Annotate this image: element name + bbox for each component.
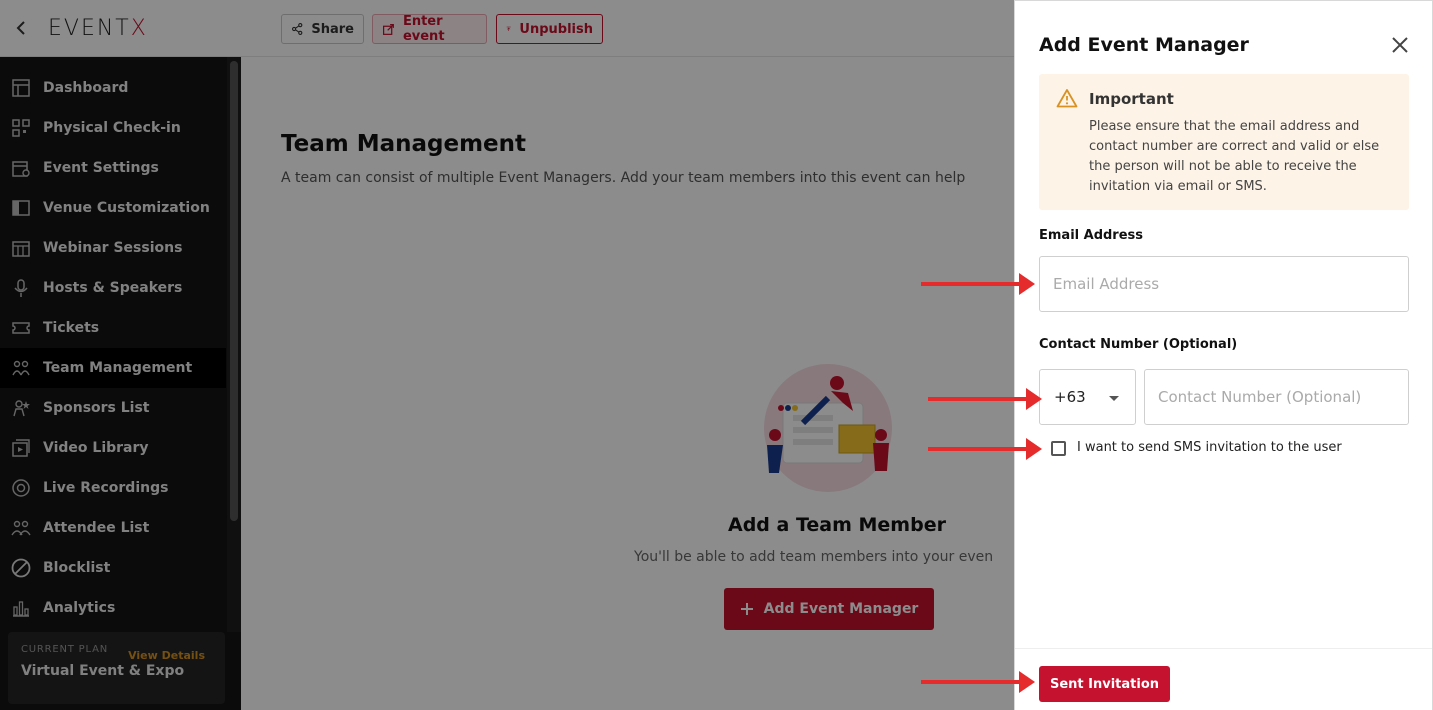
- annotation-arrow-checkbox: [928, 438, 1042, 460]
- warning-icon: [1056, 89, 1078, 108]
- annotation-arrow-send: [921, 671, 1035, 693]
- country-code-value: +63: [1054, 388, 1086, 406]
- sms-invitation-checkbox[interactable]: [1051, 441, 1066, 456]
- alert-title: Important: [1089, 90, 1174, 108]
- sms-invitation-label[interactable]: I want to send SMS invitation to the use…: [1077, 440, 1342, 455]
- contact-number-field[interactable]: [1144, 369, 1409, 425]
- country-code-select[interactable]: +63: [1039, 369, 1136, 425]
- chevron-down-icon: [1109, 396, 1119, 401]
- annotation-arrow-email: [921, 273, 1035, 295]
- contact-number-label: Contact Number (Optional): [1039, 337, 1238, 352]
- drawer-footer: Sent Invitation: [1015, 648, 1432, 710]
- email-field[interactable]: [1039, 256, 1409, 312]
- important-alert: Important Please ensure that the email a…: [1039, 74, 1409, 210]
- close-icon[interactable]: [1391, 36, 1409, 54]
- annotation-arrow-contact: [928, 388, 1042, 410]
- modal-backdrop[interactable]: [0, 0, 1014, 710]
- drawer-title: Add Event Manager: [1039, 34, 1249, 56]
- add-event-manager-drawer: Add Event Manager Important Please ensur…: [1014, 0, 1433, 710]
- alert-body: Please ensure that the email address and…: [1089, 119, 1380, 194]
- email-label: Email Address: [1039, 228, 1144, 243]
- send-invitation-button[interactable]: Sent Invitation: [1039, 666, 1170, 702]
